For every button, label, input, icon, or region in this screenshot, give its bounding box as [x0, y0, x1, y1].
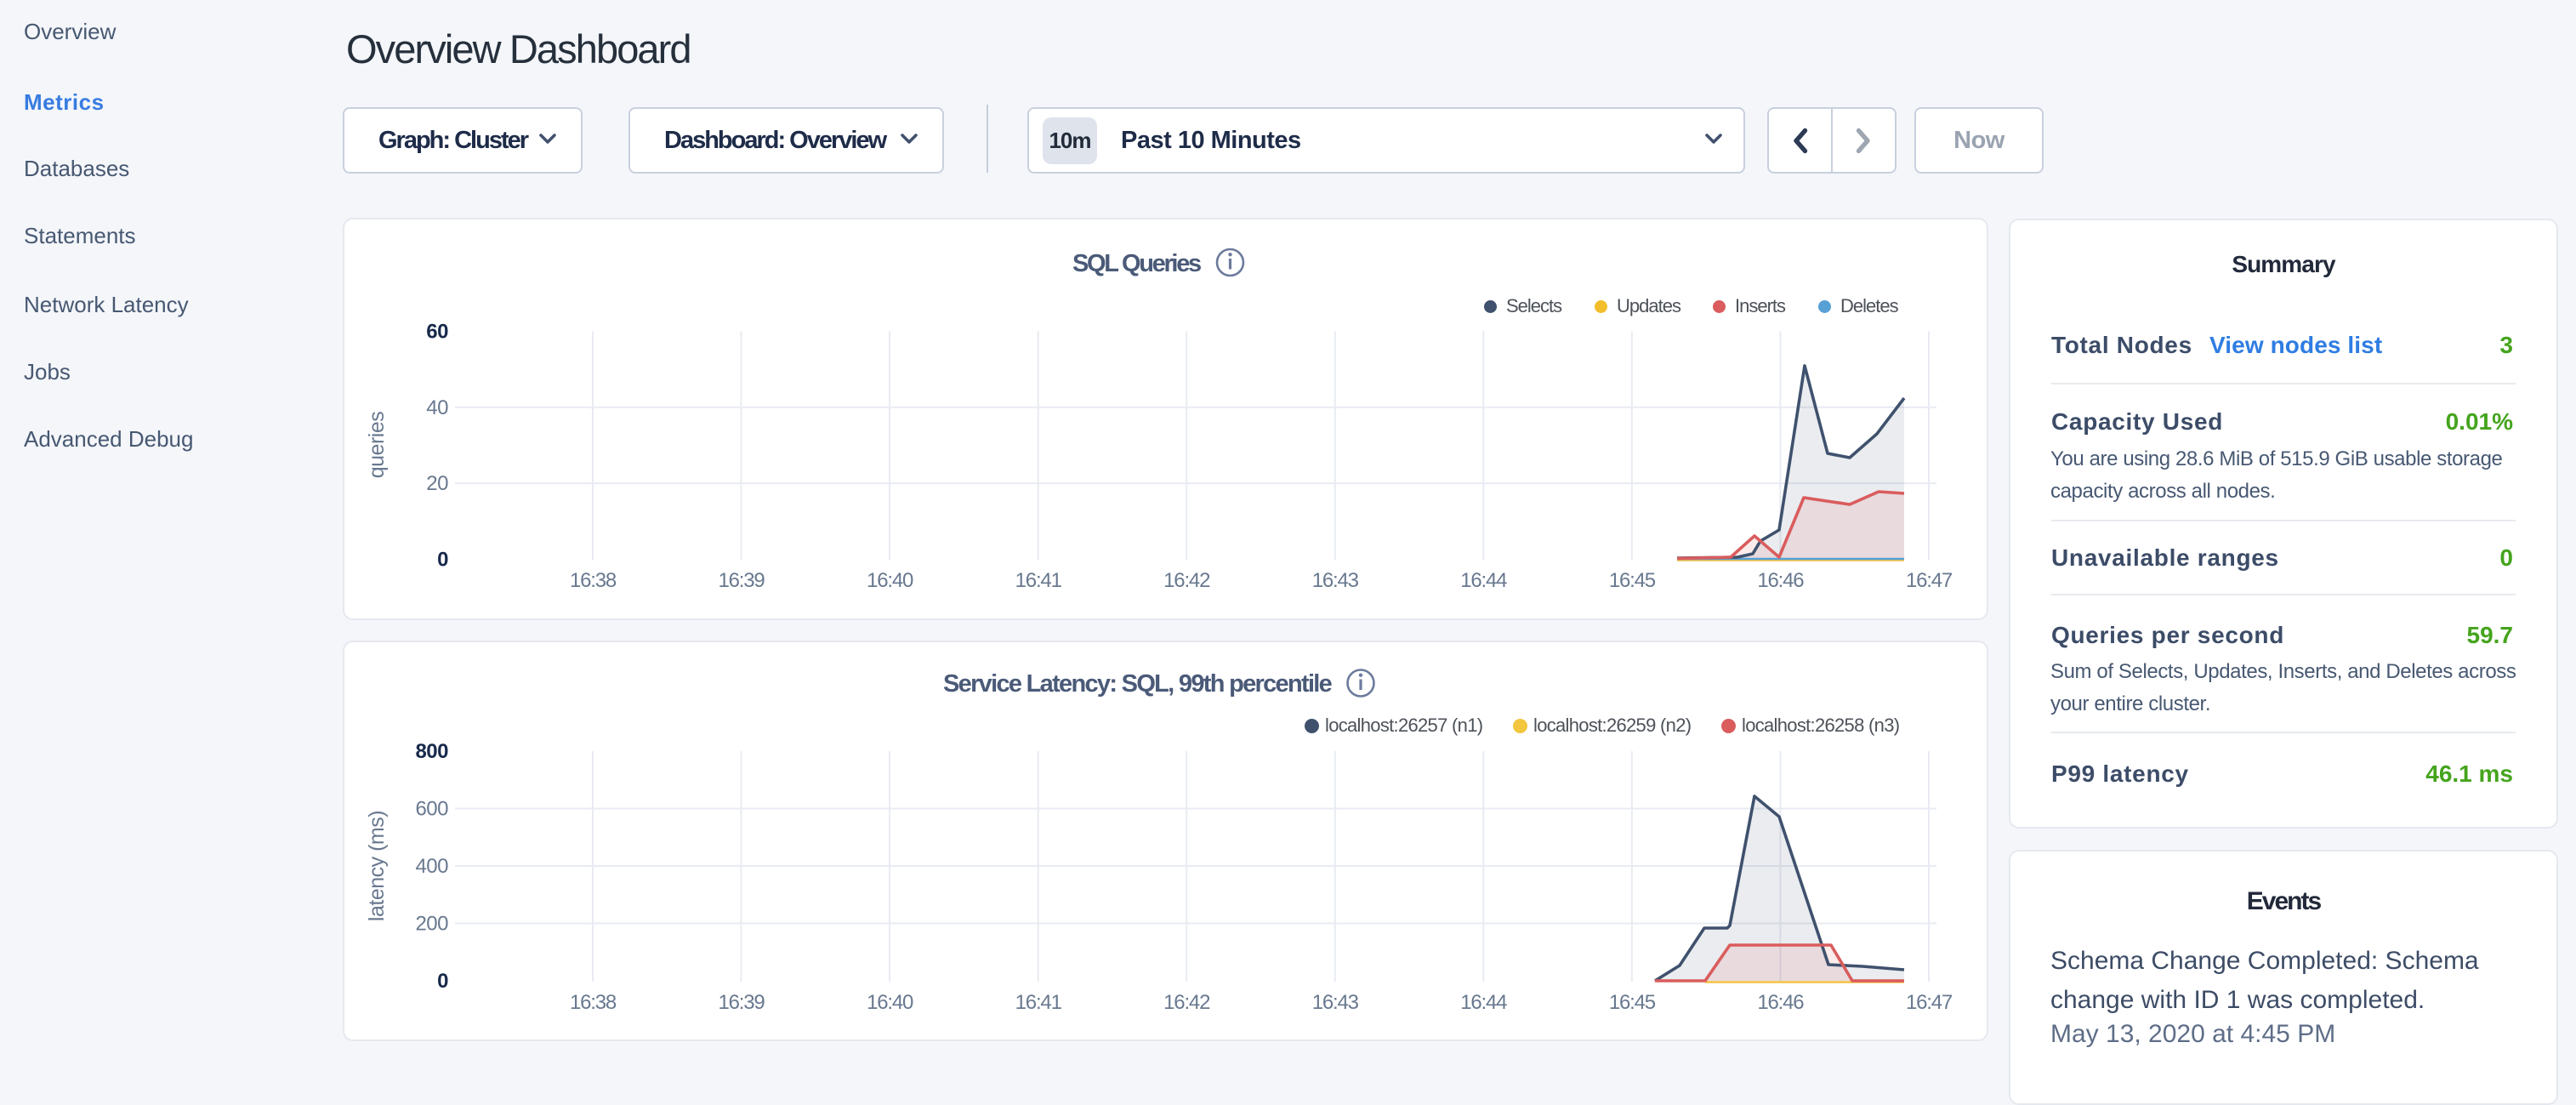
svg-text:20: 20	[426, 472, 448, 495]
svg-text:16:42: 16:42	[1163, 991, 1210, 1014]
svg-text:0: 0	[437, 548, 448, 571]
svg-text:16:41: 16:41	[1015, 991, 1062, 1014]
svg-text:16:44: 16:44	[1460, 569, 1507, 592]
svg-text:latency (ms): latency (ms)	[365, 811, 389, 921]
svg-text:16:39: 16:39	[718, 569, 765, 592]
svg-text:0: 0	[437, 970, 448, 993]
svg-text:600: 600	[415, 798, 448, 821]
svg-text:40: 40	[426, 396, 448, 419]
svg-text:queries: queries	[365, 412, 389, 479]
svg-text:16:40: 16:40	[867, 991, 913, 1014]
svg-text:200: 200	[415, 913, 448, 936]
svg-text:400: 400	[415, 855, 448, 878]
svg-text:16:46: 16:46	[1757, 991, 1804, 1014]
svg-text:16:47: 16:47	[1906, 569, 1953, 592]
svg-text:16:45: 16:45	[1609, 569, 1656, 592]
svg-text:16:44: 16:44	[1460, 991, 1507, 1014]
svg-text:16:43: 16:43	[1312, 991, 1359, 1014]
svg-text:16:41: 16:41	[1015, 569, 1062, 592]
svg-text:16:45: 16:45	[1609, 991, 1656, 1014]
svg-text:800: 800	[415, 740, 448, 763]
svg-text:16:46: 16:46	[1757, 569, 1804, 592]
svg-text:16:47: 16:47	[1906, 991, 1953, 1014]
svg-text:16:43: 16:43	[1312, 569, 1359, 592]
svg-text:16:39: 16:39	[718, 991, 765, 1014]
svg-text:16:42: 16:42	[1163, 569, 1210, 592]
svg-text:60: 60	[426, 321, 448, 344]
svg-text:16:38: 16:38	[570, 569, 617, 592]
svg-text:16:38: 16:38	[570, 991, 617, 1014]
svg-text:16:40: 16:40	[867, 569, 913, 592]
